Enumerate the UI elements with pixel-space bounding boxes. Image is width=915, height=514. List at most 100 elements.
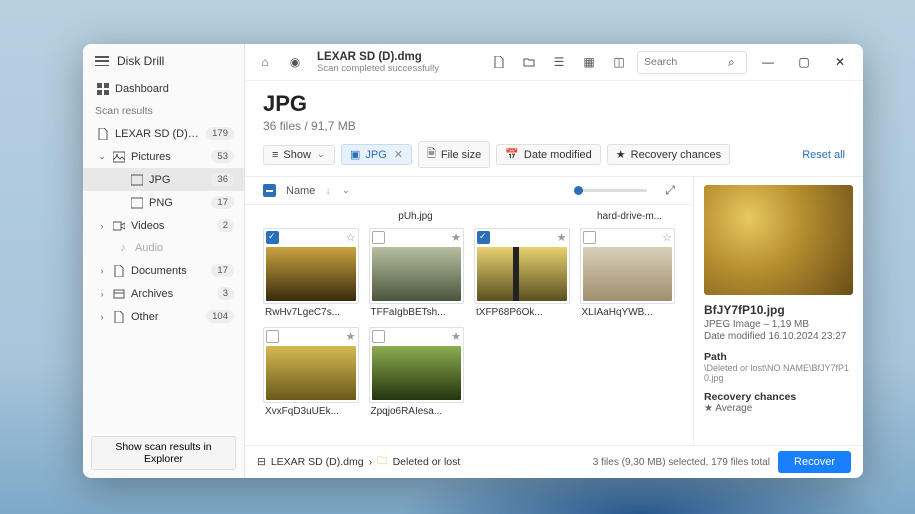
- sidebar-dashboard[interactable]: Dashboard: [83, 78, 244, 100]
- folder-icon[interactable]: [517, 50, 541, 74]
- check-status-icon: ◉: [283, 50, 307, 74]
- archive-icon: [113, 288, 125, 300]
- sidebar-item-jpg[interactable]: JPG 36: [83, 168, 244, 191]
- sidebar-section-scan: Scan results: [83, 100, 244, 122]
- chip-jpg[interactable]: ▣JPG✕: [341, 144, 412, 165]
- video-icon: [113, 220, 125, 232]
- count-badge: 36: [211, 173, 234, 186]
- sidebar-item-videos[interactable]: › Videos 2: [83, 214, 244, 237]
- maximize-button[interactable]: ▢: [789, 55, 819, 69]
- preview-date: Date modified 16.10.2024 23:27: [704, 331, 853, 342]
- thumbnail: [372, 247, 462, 301]
- show-in-explorer-button[interactable]: Show scan results in Explorer: [91, 436, 236, 470]
- file-card[interactable]: ☆ RwHv7LgeC7s...: [263, 228, 359, 321]
- preview-filename: BfJY7fP10.jpg: [704, 303, 853, 317]
- drive-icon: ⊟: [257, 456, 266, 468]
- file-card[interactable]: ☆ XLIAaHqYWB...: [580, 228, 676, 321]
- file-name: pUh.jpg: [370, 211, 461, 222]
- file-card[interactable]: ★ XvxFqD3uUEk...: [263, 327, 359, 420]
- chevron-down-icon[interactable]: ⌄: [341, 185, 351, 196]
- thumbnail-size-slider[interactable]: [577, 189, 647, 192]
- document-icon: [113, 265, 125, 277]
- minimize-button[interactable]: —: [753, 55, 783, 69]
- filter-bar: ≡ Show ⌄ ▣JPG✕ 🗎File size 📅Date modified…: [245, 141, 863, 176]
- remove-chip-icon[interactable]: ✕: [394, 148, 403, 161]
- panel-icon[interactable]: ◫: [607, 50, 631, 74]
- count-badge: 17: [211, 196, 234, 209]
- file-checkbox[interactable]: [266, 330, 279, 343]
- source-info: LEXAR SD (D).dmg Scan completed successf…: [317, 51, 439, 74]
- preview-recovery-label: Recovery chances: [704, 391, 853, 403]
- thumbnail: [477, 247, 567, 301]
- file-name: tXFP68P6Ok...: [474, 304, 570, 321]
- expand-icon[interactable]: ⤢: [665, 183, 675, 198]
- preview-path-label: Path: [704, 351, 853, 363]
- thumbnail: [372, 346, 462, 400]
- file-card[interactable]: ★ tXFP68P6Ok...: [474, 228, 570, 321]
- count-badge: 104: [206, 310, 234, 323]
- bottom-bar: ⊟ LEXAR SD (D).dmg › 🗀 Deleted or lost 3…: [245, 445, 863, 478]
- star-icon: ★: [346, 330, 356, 343]
- file-name: XvxFqD3uUEk...: [263, 403, 359, 420]
- sidebar-item-png[interactable]: PNG 17: [83, 191, 244, 214]
- dashboard-icon: [97, 83, 109, 95]
- preview-path: \Deleted or lost\NO NAME\BfJY7fP10.jpg: [704, 363, 853, 383]
- sidebar-item-other[interactable]: › Other 104: [83, 305, 244, 328]
- reset-all-link[interactable]: Reset all: [802, 149, 845, 161]
- file-name: XLIAaHqYWB...: [580, 304, 676, 321]
- thumbnail: [266, 247, 356, 301]
- sidebar-item-label: Pictures: [131, 151, 205, 163]
- chip-date[interactable]: 📅Date modified: [496, 144, 601, 165]
- star-icon: ☆: [346, 231, 356, 244]
- search-input[interactable]: [644, 56, 724, 68]
- sort-icon[interactable]: ↓: [325, 185, 331, 197]
- file-checkbox[interactable]: [372, 330, 385, 343]
- grid-view-icon[interactable]: ▦: [577, 50, 601, 74]
- folder-icon: 🗀: [377, 453, 388, 471]
- breadcrumb-item[interactable]: LEXAR SD (D).dmg: [271, 456, 364, 468]
- sidebar-item-label: Videos: [131, 220, 211, 232]
- star-icon: ★: [557, 231, 567, 244]
- sidebar-item-source[interactable]: LEXAR SD (D).dmg 179: [83, 122, 244, 145]
- file-icon: 🗎: [427, 145, 436, 164]
- sidebar-item-archives[interactable]: › Archives 3: [83, 282, 244, 305]
- search-field[interactable]: ⌕: [637, 51, 747, 74]
- close-button[interactable]: ✕: [825, 55, 855, 69]
- count-badge: 53: [211, 150, 234, 163]
- file-card[interactable]: ★ Zpqjo6RAIesa...: [369, 327, 465, 420]
- sidebar-item-audio[interactable]: ♪ Audio: [83, 237, 244, 259]
- list-view-icon[interactable]: ☰: [547, 50, 571, 74]
- sidebar-item-pictures[interactable]: ⌄ Pictures 53: [83, 145, 244, 168]
- file-checkbox[interactable]: [372, 231, 385, 244]
- show-dropdown[interactable]: ≡ Show ⌄: [263, 145, 335, 165]
- chip-recovery[interactable]: ★Recovery chances: [607, 144, 730, 165]
- breadcrumb-item[interactable]: Deleted or lost: [393, 456, 461, 468]
- main-area: ⌂ ◉ LEXAR SD (D).dmg Scan completed succ…: [245, 44, 863, 478]
- new-file-icon[interactable]: [487, 50, 511, 74]
- image-icon: [131, 174, 143, 186]
- sidebar-item-label: Audio: [135, 242, 234, 254]
- source-name: LEXAR SD (D).dmg: [317, 51, 439, 63]
- count-badge: 3: [217, 287, 234, 300]
- recover-button[interactable]: Recover: [778, 451, 851, 473]
- chevron-right-icon: ›: [97, 221, 107, 231]
- file-checkbox[interactable]: [583, 231, 596, 244]
- app-window: Disk Drill Dashboard Scan results LEXAR …: [83, 44, 863, 478]
- file-card[interactable]: ★ TFFaIgbBETsh...: [369, 228, 465, 321]
- thumbnail: [583, 247, 673, 301]
- chip-filesize[interactable]: 🗎File size: [418, 141, 490, 168]
- audio-icon: ♪: [117, 242, 129, 254]
- file-checkbox[interactable]: [477, 231, 490, 244]
- hamburger-icon[interactable]: [95, 56, 109, 66]
- star-icon: ★: [451, 330, 461, 343]
- list-header: Name ↓ ⌄ ⤢: [245, 177, 693, 205]
- breadcrumb[interactable]: ⊟ LEXAR SD (D).dmg › 🗀 Deleted or lost: [257, 453, 460, 471]
- image-icon: [131, 197, 143, 209]
- sidebar: Disk Drill Dashboard Scan results LEXAR …: [83, 44, 245, 478]
- home-icon[interactable]: ⌂: [253, 50, 277, 74]
- select-all-checkbox[interactable]: [263, 184, 276, 197]
- column-name[interactable]: Name: [286, 185, 315, 197]
- sidebar-item-documents[interactable]: › Documents 17: [83, 259, 244, 282]
- thumbnail: [266, 346, 356, 400]
- file-checkbox[interactable]: [266, 231, 279, 244]
